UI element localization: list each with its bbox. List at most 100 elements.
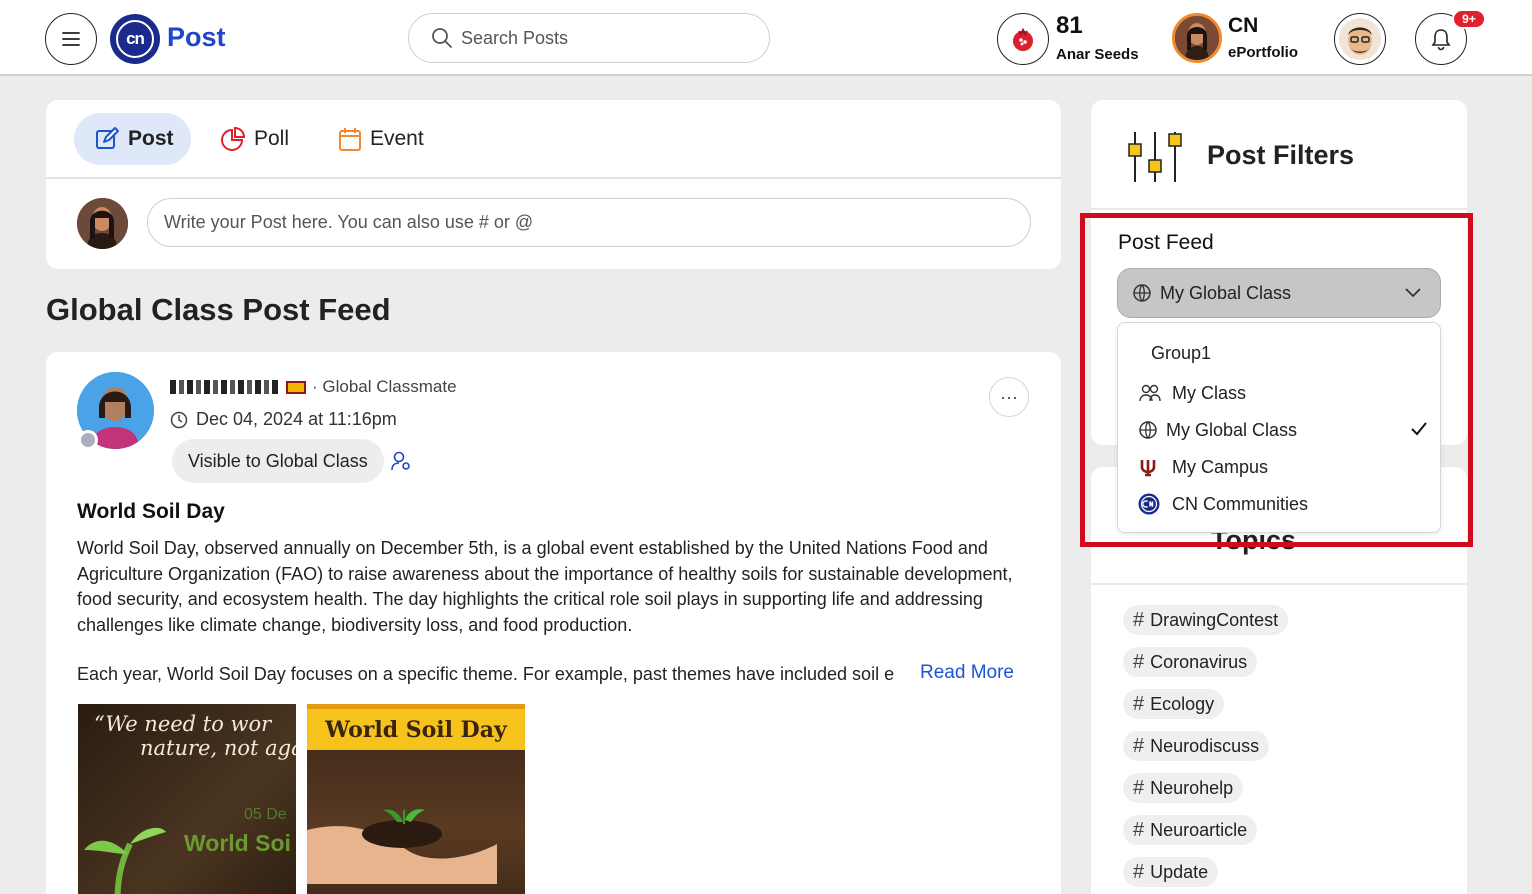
seeds-label: Anar Seeds bbox=[1056, 46, 1139, 63]
post-card: · Global Classmate Dec 04, 2024 at 11:16… bbox=[46, 352, 1061, 894]
option-label: My Class bbox=[1172, 382, 1247, 403]
post-body-continued: Each year, World Soil Day focuses on a s… bbox=[77, 664, 895, 684]
topic-chip[interactable]: # Neurohelp bbox=[1123, 773, 1244, 803]
notification-badge: 9+ bbox=[1452, 9, 1486, 29]
tab-poll-label: Poll bbox=[254, 127, 290, 150]
user-settings-icon[interactable] bbox=[390, 450, 412, 472]
divider bbox=[1091, 208, 1467, 210]
divider bbox=[1091, 583, 1467, 585]
globe-icon bbox=[1139, 421, 1157, 439]
topic-label: Neurohelp bbox=[1150, 777, 1234, 798]
post-image-quote[interactable]: “We need to wor nature, not agai 05 De W… bbox=[78, 704, 296, 894]
post-timestamp: Dec 04, 2024 at 11:16pm bbox=[170, 409, 397, 430]
search-input[interactable] bbox=[461, 24, 751, 52]
option-label: My Campus bbox=[1172, 456, 1269, 477]
users-icon bbox=[1139, 384, 1161, 402]
tab-event[interactable]: Event bbox=[338, 113, 424, 165]
topic-label: Neurodiscuss bbox=[1150, 735, 1260, 756]
tab-post[interactable]: Post bbox=[74, 113, 191, 165]
author-name-redacted[interactable] bbox=[170, 380, 280, 394]
topic-label: Update bbox=[1150, 861, 1209, 882]
post-feed-label: Post Feed bbox=[1118, 231, 1214, 254]
composer-avatar bbox=[77, 198, 128, 249]
topic-chip[interactable]: # Update bbox=[1123, 857, 1219, 887]
topic-label: DrawingContest bbox=[1150, 609, 1279, 630]
hashtag-icon: # bbox=[1133, 692, 1145, 715]
topic-chip[interactable]: # Neuroarticle bbox=[1123, 815, 1258, 845]
dropdown-option-my-global-class[interactable]: My Global Class bbox=[1138, 415, 1428, 445]
topic-chip[interactable]: # Ecology bbox=[1123, 689, 1225, 719]
hashtag-icon: # bbox=[1133, 608, 1145, 631]
more-options-button[interactable]: ··· bbox=[989, 377, 1029, 417]
post-input[interactable] bbox=[147, 198, 1031, 247]
eportfolio-title[interactable]: CN bbox=[1228, 14, 1258, 38]
edit-icon bbox=[96, 127, 119, 149]
search-bar[interactable] bbox=[408, 13, 770, 63]
tab-poll[interactable]: Poll bbox=[220, 113, 289, 165]
tab-event-label: Event bbox=[370, 127, 424, 150]
search-icon bbox=[432, 28, 452, 48]
tab-post-label: Post bbox=[128, 127, 174, 150]
separator-dot: · bbox=[312, 377, 323, 396]
filter-sliders-icon bbox=[1128, 132, 1182, 182]
visibility-badge: Visible to Global Class bbox=[172, 439, 384, 483]
country-flag-icon bbox=[286, 380, 306, 394]
campus-icon bbox=[1140, 460, 1156, 477]
hashtag-icon: # bbox=[1133, 776, 1145, 799]
post-composer: Post Poll Event bbox=[46, 100, 1061, 269]
hands-soil-icon bbox=[307, 809, 497, 884]
topic-chip[interactable]: # Neurodiscuss bbox=[1123, 731, 1270, 761]
post-title: World Soil Day bbox=[77, 500, 225, 523]
pie-chart-icon bbox=[221, 126, 246, 151]
timestamp-text: Dec 04, 2024 at 11:16pm bbox=[196, 409, 397, 429]
option-label: CN Communities bbox=[1172, 493, 1309, 514]
dropdown-group-label: Group1 bbox=[1151, 343, 1212, 363]
topic-label: Ecology bbox=[1150, 693, 1215, 714]
post-body: World Soil Day, observed annually on Dec… bbox=[77, 538, 1013, 635]
globe-icon bbox=[1133, 284, 1151, 302]
cn-logo-text: cn bbox=[116, 20, 154, 58]
post-feed-select[interactable]: My Global Class bbox=[1117, 268, 1441, 318]
image-quote-line2: nature, not agai bbox=[140, 736, 296, 760]
checkmark-icon bbox=[1411, 422, 1427, 436]
chevron-down-icon bbox=[1405, 288, 1421, 298]
read-more-link[interactable]: Read More bbox=[920, 662, 1014, 684]
selected-feed: My Global Class bbox=[1160, 282, 1292, 303]
post-image-soil[interactable]: World Soil Day bbox=[307, 704, 525, 894]
hashtag-icon: # bbox=[1133, 860, 1145, 883]
clock-icon bbox=[170, 411, 188, 428]
hashtag-icon: # bbox=[1133, 818, 1145, 841]
pomegranate-icon bbox=[1013, 27, 1033, 51]
dropdown-option-cn-communities[interactable]: CN Communities bbox=[1138, 489, 1428, 519]
dropdown-option-my-class[interactable]: My Class bbox=[1138, 378, 1428, 408]
author-row: · Global Classmate bbox=[170, 377, 457, 397]
topic-label: Coronavirus bbox=[1150, 651, 1248, 672]
image-date: 05 De bbox=[244, 806, 287, 823]
option-label: My Global Class bbox=[1166, 419, 1298, 440]
image-banner: World Soil Day bbox=[307, 704, 525, 750]
topic-chip[interactable]: # Coronavirus bbox=[1123, 647, 1258, 677]
filters-title: Post Filters bbox=[1207, 140, 1355, 170]
eportfolio-avatar[interactable] bbox=[1172, 13, 1222, 63]
cn-logo[interactable]: cn bbox=[110, 14, 160, 64]
menu-button[interactable] bbox=[45, 13, 97, 65]
user-avatar[interactable] bbox=[1334, 13, 1386, 65]
user-cartoon-icon bbox=[1339, 18, 1381, 60]
top-header: cn Post 81 Anar Seeds CN ePortfolio 9+ bbox=[0, 0, 1532, 76]
eportfolio-label[interactable]: ePortfolio bbox=[1228, 44, 1298, 61]
profile-photo-icon bbox=[1175, 16, 1219, 60]
post-feed-dropdown: Group1 My Class My Global Class My Campu… bbox=[1117, 322, 1441, 533]
topic-chip[interactable]: # DrawingContest bbox=[1123, 605, 1289, 635]
hamburger-icon bbox=[62, 32, 80, 46]
topic-label: Neuroarticle bbox=[1150, 819, 1248, 840]
hashtag-icon: # bbox=[1133, 734, 1145, 757]
feed-title: Global Class Post Feed bbox=[46, 292, 391, 327]
calendar-icon bbox=[339, 128, 361, 151]
sprout-icon bbox=[84, 827, 166, 894]
bell-icon bbox=[1431, 29, 1451, 51]
dropdown-option-my-campus[interactable]: My Campus bbox=[1138, 452, 1428, 482]
profile-photo-icon bbox=[77, 198, 128, 249]
anar-seeds-button[interactable] bbox=[997, 13, 1049, 65]
author-role: Global Classmate bbox=[322, 377, 457, 396]
divider bbox=[46, 177, 1061, 179]
